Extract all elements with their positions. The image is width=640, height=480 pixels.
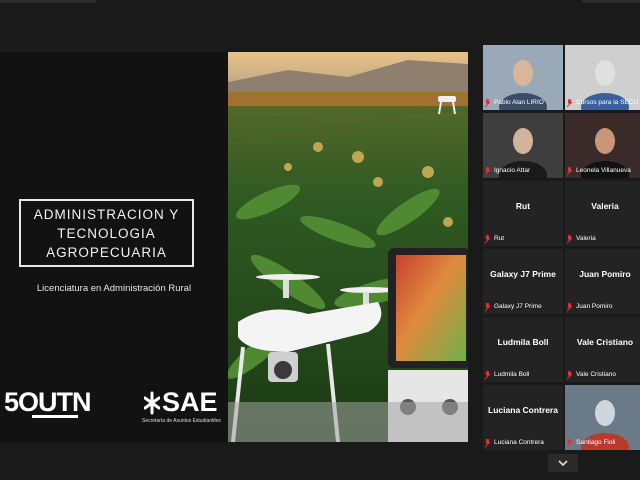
shared-screen: ADMINISTRACION Y TECNOLOGIA AGROPECUARIA… xyxy=(0,52,468,442)
participant-tile[interactable]: Galaxy J7 Prime Galaxy J7 Prime xyxy=(483,249,563,314)
slide-subtitle: Licenciatura en Administración Rural xyxy=(36,283,192,294)
participant-name: Leonela Villanueva xyxy=(576,167,631,174)
participant-name-label: Galaxy J7 Prime xyxy=(485,301,542,312)
participant-tile[interactable]: Luciana Contrera Luciana Contrera xyxy=(483,385,563,450)
mic-muted-icon xyxy=(567,371,573,378)
participant-display-name: Galaxy J7 Prime xyxy=(490,269,556,279)
mic-muted-icon xyxy=(567,99,573,106)
participant-tile[interactable]: Rut Rut xyxy=(483,181,563,246)
participant-name: Valeria xyxy=(576,235,596,242)
participant-name-label: Juan Pomiro xyxy=(567,301,613,312)
participant-tile[interactable]: Cursos para la SECU xyxy=(565,45,640,110)
participant-name: Galaxy J7 Prime xyxy=(494,303,542,310)
chevron-down-icon xyxy=(558,459,568,466)
participant-display-name: Ludmila Boll xyxy=(497,337,549,347)
meeting-top-bar xyxy=(0,0,640,46)
mic-muted-icon xyxy=(485,235,491,242)
participant-name: Cursos para la SECU xyxy=(576,99,639,106)
participant-name: Vale Cristiano xyxy=(576,371,616,378)
participant-name-label: Ignacio Attar xyxy=(485,165,530,176)
gallery-scroll-down-button[interactable] xyxy=(548,454,578,472)
slide-text-panel: ADMINISTRACION Y TECNOLOGIA AGROPECUARIA… xyxy=(0,52,228,442)
participant-name-label: Valeria xyxy=(567,233,596,244)
utn-logo: 5OUTN xyxy=(4,387,92,427)
participant-tile[interactable]: Ludmila Boll Ludmila Boll xyxy=(483,317,563,382)
mic-muted-icon xyxy=(485,99,491,106)
participant-name: Pablo Alan LIRIO xyxy=(494,99,544,106)
mic-muted-icon xyxy=(485,371,491,378)
participant-tile[interactable]: Pablo Alan LIRIO xyxy=(483,45,563,110)
participant-name-label: Vale Cristiano xyxy=(567,369,616,380)
participant-name-label: Luciana Contrera xyxy=(485,437,544,448)
participant-name: Rut xyxy=(494,235,505,242)
slide-title: ADMINISTRACION Y TECNOLOGIA AGROPECUARIA xyxy=(33,206,180,260)
top-bar-edge xyxy=(0,0,96,3)
participant-tile[interactable]: Juan Pomiro Juan Pomiro xyxy=(565,249,640,314)
slide-photo-drone-field xyxy=(228,52,468,442)
participant-name-label: Pablo Alan LIRIO xyxy=(485,97,544,108)
participant-name: Ludmila Boll xyxy=(494,371,530,378)
participant-name-label: Santiago Fioli xyxy=(567,437,615,448)
participant-tile[interactable]: Valeria Valeria xyxy=(565,181,640,246)
participant-display-name: Luciana Contrera xyxy=(488,405,558,415)
mic-muted-icon xyxy=(567,439,573,446)
participant-name-label: Cursos para la SECU xyxy=(567,97,638,108)
participant-display-name: Vale Cristiano xyxy=(576,337,634,347)
sae-star-icon xyxy=(144,391,160,415)
participant-name-label: Rut xyxy=(485,233,504,244)
sae-logo: SAE Secretaría de Asuntos Estudiantiles xyxy=(142,387,228,427)
participant-name: Luciana Contrera xyxy=(494,439,544,446)
participant-name: Ignacio Attar xyxy=(494,167,531,174)
mic-muted-icon xyxy=(567,303,573,310)
participant-tile[interactable]: Vale Cristiano Vale Cristiano xyxy=(565,317,640,382)
utn-logo-bar xyxy=(32,415,78,418)
participant-tile[interactable]: Leonela Villanueva xyxy=(565,113,640,178)
mic-muted-icon xyxy=(485,439,491,446)
mic-muted-icon xyxy=(485,303,491,310)
participant-display-name: Juan Pomiro xyxy=(579,269,631,279)
slide-title-box: ADMINISTRACION Y TECNOLOGIA AGROPECUARIA xyxy=(19,199,194,267)
participant-display-name: Valeria xyxy=(591,201,619,211)
top-bar-edge xyxy=(582,0,640,3)
participant-display-name: Rut xyxy=(515,201,531,211)
participant-name: Santiago Fioli xyxy=(576,439,616,446)
sae-logo-text: SAE xyxy=(162,387,218,417)
participant-tile[interactable]: Santiago Fioli xyxy=(565,385,640,450)
mic-muted-icon xyxy=(567,167,573,174)
participant-tile[interactable]: Ignacio Attar xyxy=(483,113,563,178)
participant-name-label: Ludmila Boll xyxy=(485,369,529,380)
mic-muted-icon xyxy=(485,167,491,174)
participant-name-label: Leonela Villanueva xyxy=(567,165,631,176)
participant-name: Juan Pomiro xyxy=(576,303,613,310)
utn-logo-text: 5OUTN xyxy=(4,387,92,417)
mic-muted-icon xyxy=(567,235,573,242)
sae-logo-subtitle: Secretaría de Asuntos Estudiantiles xyxy=(142,418,221,424)
